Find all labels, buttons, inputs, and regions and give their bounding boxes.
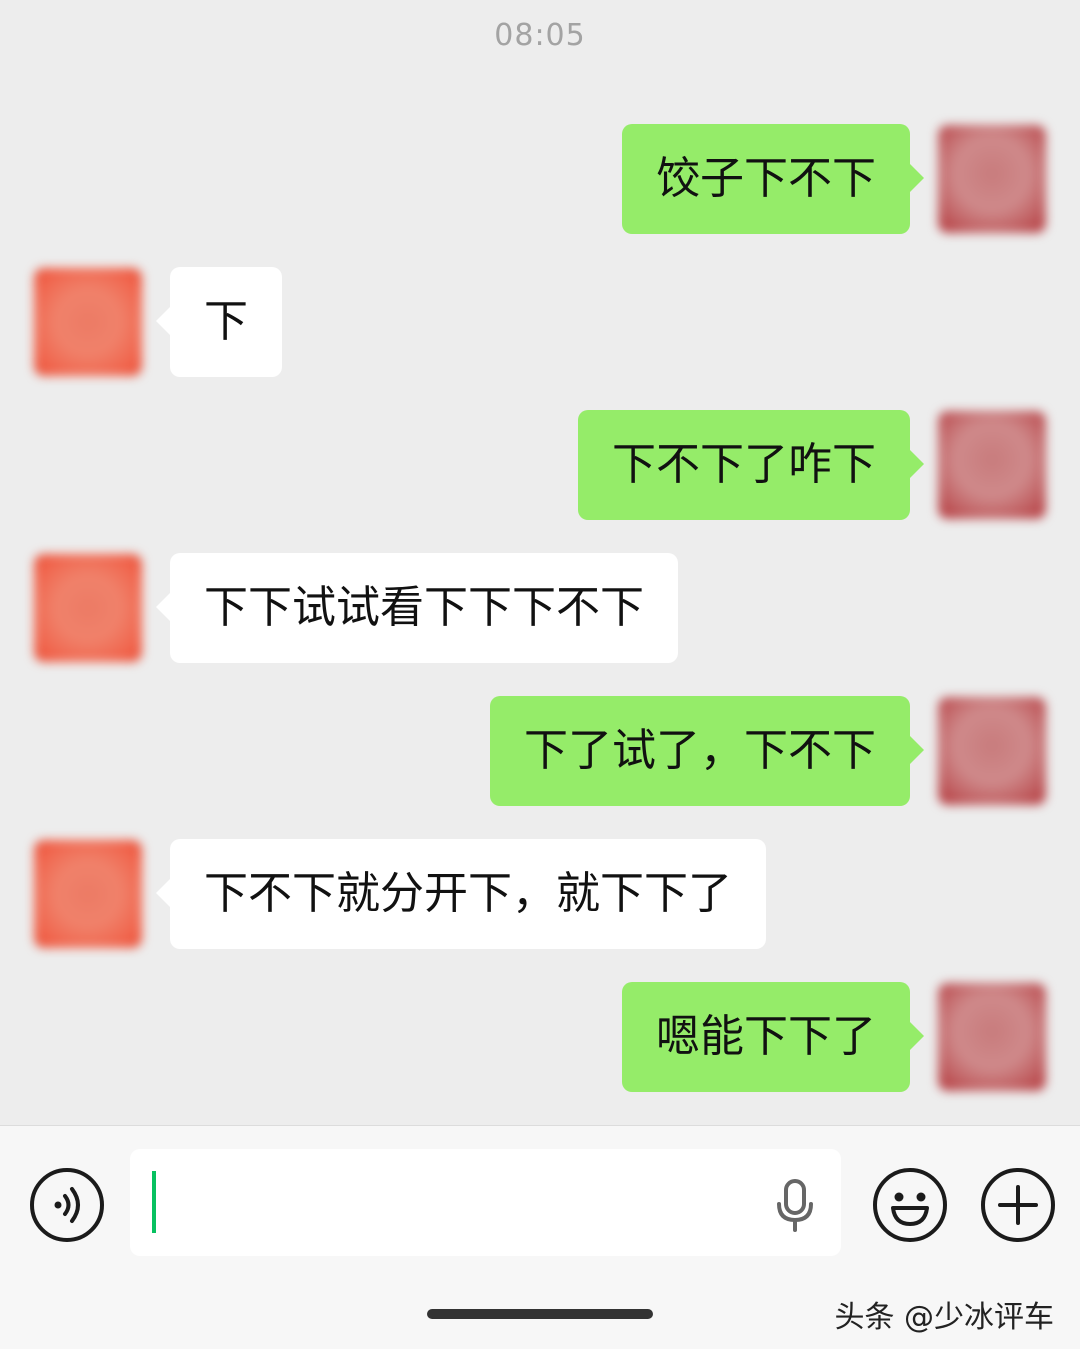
bubble-tail <box>910 1022 924 1050</box>
message-row: 下下试试看下下下不下 <box>0 553 1080 663</box>
my-avatar[interactable] <box>938 125 1046 233</box>
watermark: 头条 @少冰评车 <box>834 1300 1054 1335</box>
voice-mode-icon <box>54 1187 80 1223</box>
message-bubble-incoming[interactable]: 下不下就分开下，就下下了 <box>170 839 766 949</box>
message-text: 下 <box>204 296 248 347</box>
message-bubble-incoming[interactable]: 下 <box>170 267 282 377</box>
message-row: 下 <box>0 267 1080 377</box>
my-avatar[interactable] <box>938 411 1046 519</box>
message-text: 下不下了咋下 <box>612 439 876 490</box>
message-timestamp: 08:05 <box>494 18 586 53</box>
message-text: 嗯能下下了 <box>656 1011 876 1062</box>
my-avatar[interactable] <box>938 697 1046 805</box>
emoji-button[interactable] <box>873 1168 947 1242</box>
message-text: 下不下就分开下，就下下了 <box>204 868 732 919</box>
chat-input-bar: 头条 @少冰评车 <box>0 1125 1080 1349</box>
bubble-tail <box>910 736 924 764</box>
message-row: 下不下了咋下 <box>0 410 1080 520</box>
message-bubble-outgoing[interactable]: 下了试了，下不下 <box>490 696 910 806</box>
my-avatar[interactable] <box>938 983 1046 1091</box>
bubble-tail <box>156 307 170 335</box>
message-text: 饺子下不下 <box>656 153 876 204</box>
message-text: 下了试了，下不下 <box>524 725 876 776</box>
message-row: 嗯能下下了 <box>0 982 1080 1092</box>
chat-area: 08:05 饺子下不下 下 下不下了咋下 下下试试看下下下不下 下了试了，下不下… <box>0 0 1080 1125</box>
plus-icon <box>998 1185 1038 1225</box>
message-bubble-outgoing[interactable]: 饺子下不下 <box>622 124 910 234</box>
home-indicator[interactable] <box>427 1309 653 1319</box>
bubble-tail <box>910 450 924 478</box>
message-input[interactable] <box>130 1149 841 1256</box>
message-bubble-outgoing[interactable]: 下不下了咋下 <box>578 410 910 520</box>
message-row: 下了试了，下不下 <box>0 696 1080 806</box>
message-bubble-incoming[interactable]: 下下试试看下下下不下 <box>170 553 678 663</box>
message-bubble-outgoing[interactable]: 嗯能下下了 <box>622 982 910 1092</box>
contact-avatar[interactable] <box>34 840 142 948</box>
contact-avatar[interactable] <box>34 268 142 376</box>
emoji-icon <box>891 1192 929 1226</box>
contact-avatar[interactable] <box>34 554 142 662</box>
more-options-button[interactable] <box>981 1168 1055 1242</box>
voice-mode-button[interactable] <box>30 1168 104 1242</box>
text-caret <box>152 1171 156 1233</box>
bubble-tail <box>156 593 170 621</box>
bubble-tail <box>156 879 170 907</box>
bubble-tail <box>910 164 924 192</box>
message-text: 下下试试看下下下不下 <box>204 582 644 633</box>
message-row: 饺子下不下 <box>0 124 1080 234</box>
microphone-icon[interactable] <box>775 1179 815 1233</box>
message-row: 下不下就分开下，就下下了 <box>0 839 1080 949</box>
